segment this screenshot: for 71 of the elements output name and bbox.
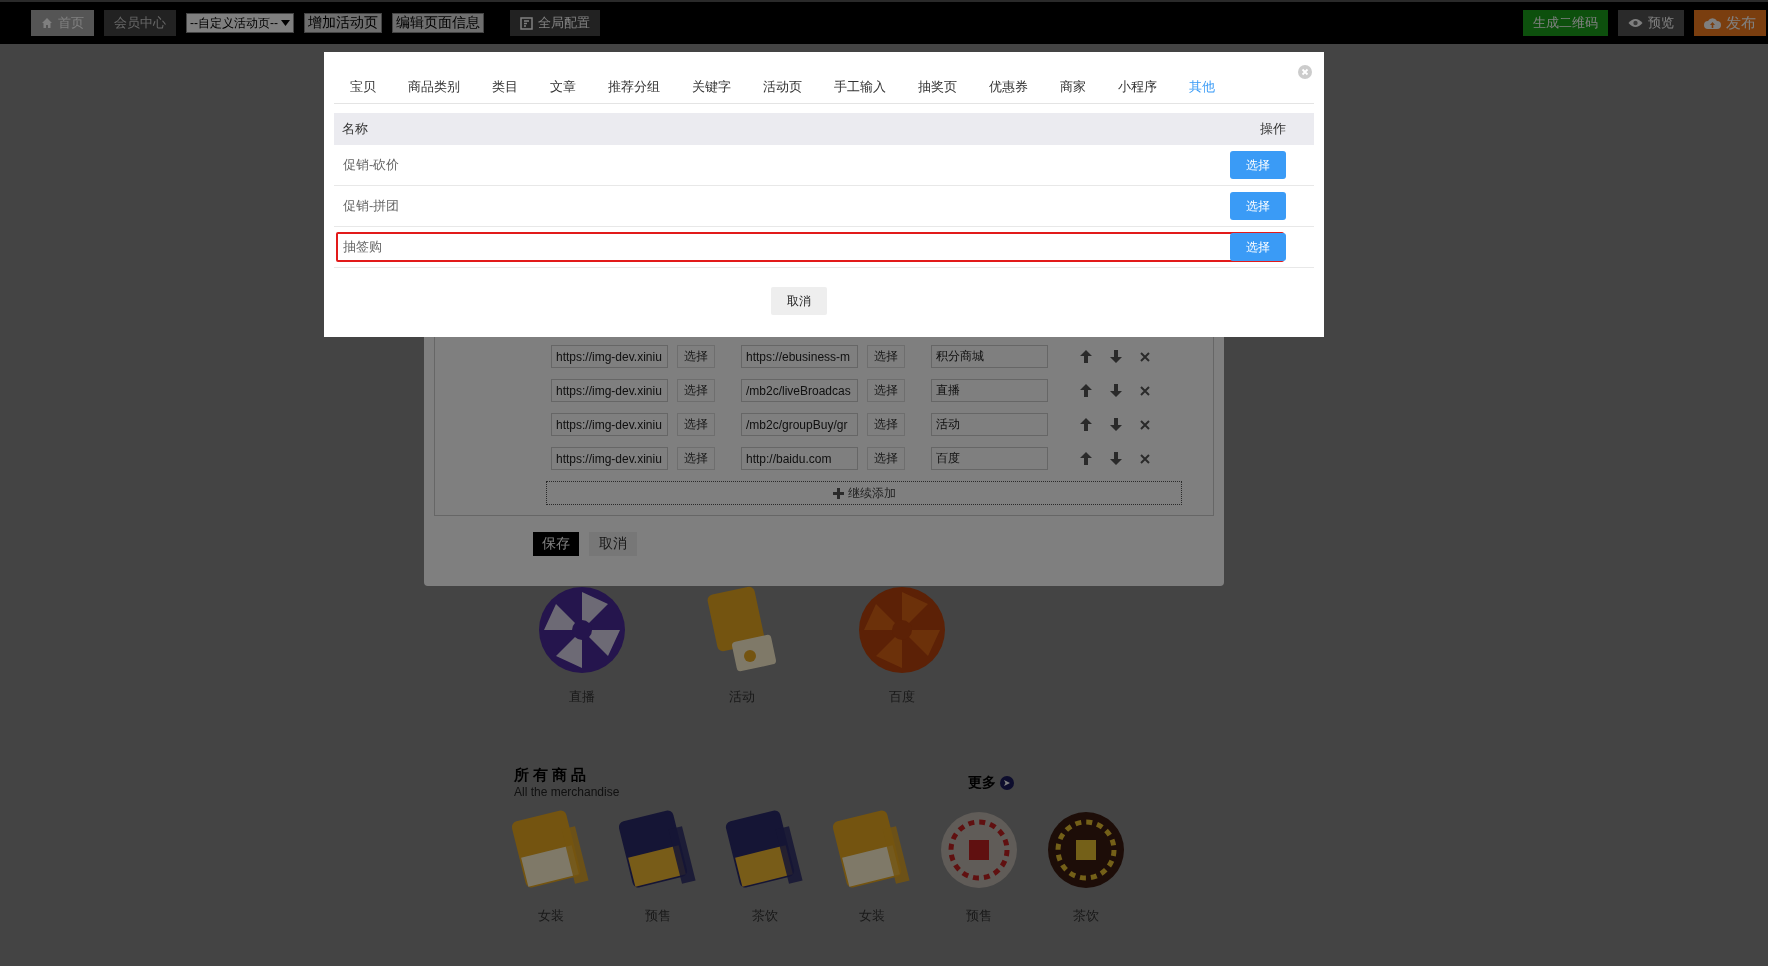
plus-icon	[832, 487, 844, 499]
tab[interactable]: 小程序	[1102, 78, 1173, 103]
input-field[interactable]: https://img-dev.xiniu	[551, 447, 668, 470]
tab[interactable]: 抽奖页	[902, 78, 973, 103]
add-page-button[interactable]: 增加活动页	[304, 13, 382, 33]
arrow-up-icon[interactable]	[1080, 384, 1092, 397]
select-button[interactable]: 选择	[1230, 151, 1286, 179]
arrow-down-icon[interactable]	[1110, 384, 1122, 397]
tab[interactable]: 商家	[1044, 78, 1102, 103]
arrow-down-icon[interactable]	[1110, 452, 1122, 465]
tab[interactable]: 优惠券	[973, 78, 1044, 103]
tab[interactable]: 活动页	[747, 78, 818, 103]
caret-icon	[281, 20, 290, 26]
preview-button[interactable]: 预览	[1618, 10, 1684, 36]
select-button[interactable]: 选择	[677, 413, 715, 436]
input-field[interactable]: /mb2c/liveBroadcas	[741, 379, 858, 402]
member-center-button[interactable]: 会员中心	[104, 10, 176, 36]
cloud-upload-icon	[1704, 17, 1721, 29]
input-field[interactable]: https://img-dev.xiniu	[551, 379, 668, 402]
cancel-button[interactable]: 取消	[589, 532, 637, 556]
delete-icon[interactable]	[1140, 385, 1150, 396]
input-field[interactable]: 活动	[931, 413, 1048, 436]
delete-icon[interactable]	[1140, 419, 1150, 430]
tab[interactable]: 关键字	[676, 78, 747, 103]
home-icon	[41, 17, 53, 29]
column-header: 操作	[1259, 120, 1287, 138]
section-title: 所有商品	[514, 766, 591, 785]
input-field[interactable]: 直播	[931, 379, 1048, 402]
global-config-button[interactable]: 全局配置	[510, 10, 600, 36]
column-header: 名称	[342, 120, 368, 138]
table-cell: 抽签购	[343, 238, 382, 256]
select-button[interactable]: 选择	[677, 345, 715, 368]
select-button[interactable]: 选择	[867, 413, 905, 436]
input-field[interactable]: 积分商城	[931, 345, 1048, 368]
arrow-up-icon[interactable]	[1080, 452, 1092, 465]
save-button[interactable]: 保存	[533, 532, 579, 556]
delete-icon[interactable]	[1140, 453, 1150, 464]
input-field[interactable]: https://img-dev.xiniu	[551, 345, 668, 368]
arrow-circle-icon	[1000, 775, 1014, 790]
select-button[interactable]: 选择	[677, 379, 715, 402]
tab[interactable]: 类目	[476, 78, 534, 103]
select-button[interactable]: 选择	[1230, 233, 1286, 261]
select-button[interactable]: 选择	[677, 447, 715, 470]
arrow-up-icon[interactable]	[1080, 418, 1092, 431]
tab[interactable]: 商品类别	[392, 78, 476, 103]
delete-icon[interactable]	[1140, 351, 1150, 362]
input-field[interactable]: /mb2c/groupBuy/gr	[741, 413, 858, 436]
edit-page-info-button[interactable]: 编辑页面信息	[392, 13, 484, 33]
tab[interactable]: 宝贝	[334, 78, 392, 103]
tab[interactable]: 其他	[1173, 78, 1231, 103]
add-more-button[interactable]: 继续添加	[546, 481, 1182, 505]
tab[interactable]: 文章	[534, 78, 592, 103]
eye-icon	[1628, 18, 1643, 28]
select-button[interactable]: 选择	[867, 379, 905, 402]
arrow-down-icon[interactable]	[1110, 418, 1122, 431]
input-field[interactable]: https://ebusiness-m	[741, 345, 858, 368]
arrow-down-icon[interactable]	[1110, 350, 1122, 363]
input-field[interactable]: https://img-dev.xiniu	[551, 413, 668, 436]
input-field[interactable]: 百度	[931, 447, 1048, 470]
cancel-button[interactable]: 取消	[771, 287, 827, 315]
table-cell: 促销-砍价	[343, 156, 400, 174]
tab[interactable]: 手工输入	[818, 78, 902, 103]
select-button[interactable]: 选择	[867, 345, 905, 368]
qr-code-button[interactable]: 生成二维码	[1523, 10, 1608, 36]
input-field[interactable]: http://baidu.com	[741, 447, 858, 470]
table-cell: 促销-拼团	[343, 197, 400, 215]
tab[interactable]: 推荐分组	[592, 78, 676, 103]
select-button[interactable]: 选择	[867, 447, 905, 470]
arrow-up-icon[interactable]	[1080, 350, 1092, 363]
page-select[interactable]: --自定义活动页--	[186, 13, 294, 33]
select-button[interactable]: 选择	[1230, 192, 1286, 220]
